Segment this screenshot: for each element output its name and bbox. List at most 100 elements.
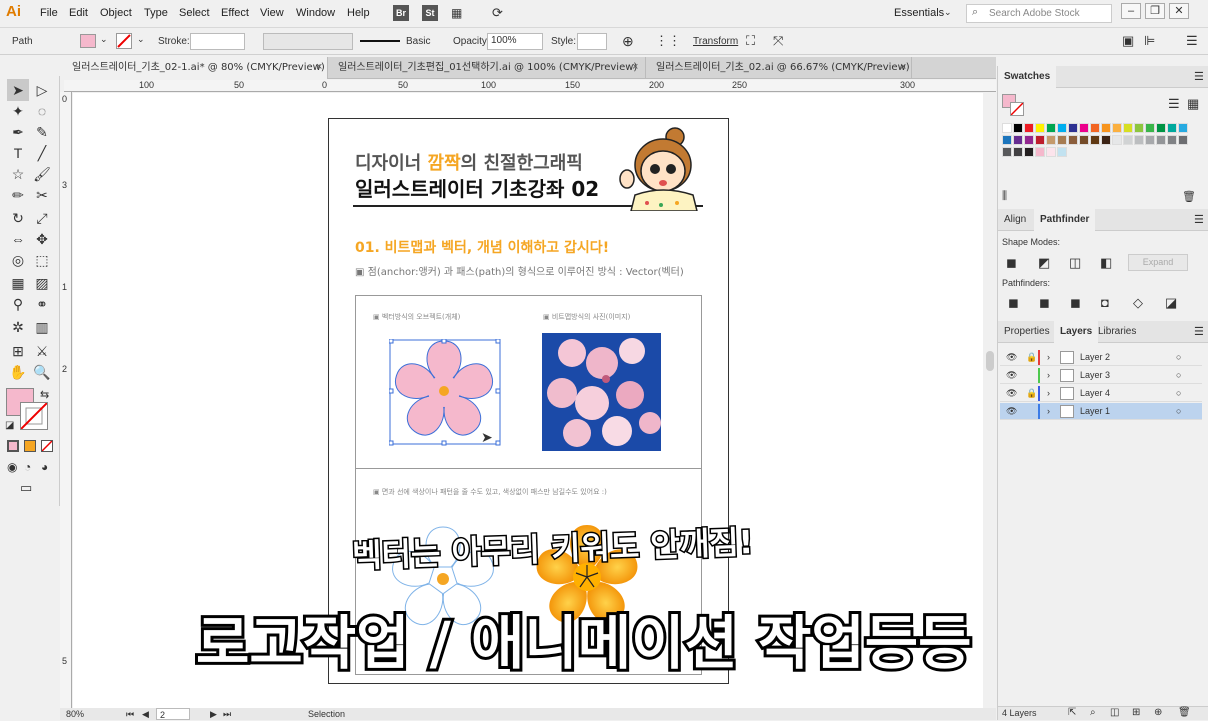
swatch[interactable] bbox=[1024, 123, 1034, 133]
panel-menu-icon[interactable]: ☰ bbox=[1194, 213, 1204, 226]
menu-file[interactable]: File bbox=[40, 7, 58, 19]
swatch[interactable] bbox=[1068, 135, 1078, 145]
chevron-right-icon[interactable]: › bbox=[1047, 349, 1050, 366]
isolate-icon[interactable]: ⛶ bbox=[746, 33, 755, 49]
close-button[interactable]: ✕ bbox=[1169, 3, 1189, 19]
new-sublayer-icon[interactable]: ⊞ bbox=[1132, 707, 1140, 718]
swatch[interactable] bbox=[1167, 123, 1177, 133]
screen-mode-icon[interactable]: ▭ bbox=[20, 480, 32, 496]
color-mode-icon[interactable] bbox=[7, 440, 19, 452]
draw-normal-icon[interactable]: ◉ bbox=[7, 460, 17, 474]
eye-icon[interactable]: 👁 bbox=[1006, 403, 1017, 420]
chevron-right-icon[interactable]: › bbox=[1047, 367, 1050, 384]
grid-view-icon[interactable]: ▦ bbox=[1187, 96, 1199, 112]
width-tool-icon[interactable]: ⇔ bbox=[7, 228, 29, 250]
target-icon[interactable]: ○ bbox=[1176, 349, 1181, 366]
swatch[interactable] bbox=[1002, 147, 1012, 157]
swatch[interactable] bbox=[1134, 135, 1144, 145]
lock-icon[interactable]: 🔒 bbox=[1026, 385, 1037, 402]
paintbrush-tool-icon[interactable]: 🖌 bbox=[31, 163, 53, 185]
recolor-icon[interactable]: ⊕ bbox=[622, 33, 634, 50]
outline-icon[interactable]: ◇ bbox=[1133, 295, 1143, 311]
swatch[interactable] bbox=[1090, 123, 1100, 133]
stroke-color-swatch[interactable] bbox=[20, 402, 48, 430]
scale-tool-icon[interactable]: ⤢ bbox=[31, 207, 53, 229]
tab-document-1[interactable]: 일러스트레이터_기초_02-1.ai* @ 80% (CMYK/Preview) bbox=[64, 57, 328, 79]
tab-pathfinder[interactable]: Pathfinder bbox=[1034, 209, 1096, 231]
puppet-warp-icon[interactable]: ⤧ bbox=[773, 33, 783, 49]
hand-tool-icon[interactable]: ✋ bbox=[7, 361, 29, 383]
swatch[interactable] bbox=[1013, 123, 1023, 133]
layer-row[interactable]: 👁 🔒 › Layer 4 ○ bbox=[1000, 385, 1202, 402]
scissors-tool-icon[interactable]: ✂ bbox=[31, 184, 53, 206]
panel-menu-icon[interactable]: ☰ bbox=[1194, 70, 1204, 83]
trim-icon[interactable]: ◼ bbox=[1039, 295, 1050, 311]
close-icon[interactable]: × bbox=[632, 61, 638, 73]
list-view-icon[interactable]: ☰ bbox=[1168, 96, 1180, 112]
search-stock-input[interactable]: Search Adobe Stock bbox=[966, 4, 1112, 23]
tab-properties[interactable]: Properties bbox=[998, 321, 1056, 343]
layer-name[interactable]: Layer 4 bbox=[1080, 385, 1110, 402]
layer-name[interactable]: Layer 3 bbox=[1080, 367, 1110, 384]
direct-selection-tool-icon[interactable]: ▷ bbox=[31, 79, 53, 101]
vertical-scrollbar[interactable] bbox=[984, 93, 996, 708]
crop-icon[interactable]: ◘ bbox=[1101, 295, 1109, 310]
artboard-tool-icon[interactable]: ⊞ bbox=[7, 340, 29, 362]
swatch[interactable] bbox=[1167, 135, 1177, 145]
layer-name[interactable]: Layer 2 bbox=[1080, 349, 1110, 366]
layer-row[interactable]: 👁 🔒 › Layer 2 ○ bbox=[1000, 349, 1202, 366]
pencil-tool-icon[interactable]: ✏ bbox=[7, 184, 29, 206]
type-tool-icon[interactable]: T bbox=[7, 142, 29, 164]
graph-tool-icon[interactable]: ▥ bbox=[31, 316, 53, 338]
page-number-field[interactable]: 2 bbox=[156, 708, 190, 720]
trash-icon[interactable]: 🗑 bbox=[1182, 190, 1196, 203]
gradient-tool-icon[interactable]: ▨ bbox=[31, 272, 53, 294]
brush-label[interactable]: Basic bbox=[406, 36, 430, 47]
swatch[interactable] bbox=[1057, 123, 1067, 133]
first-page-icon[interactable]: ⏮ bbox=[126, 708, 134, 720]
variable-width-select[interactable] bbox=[263, 33, 353, 50]
exclude-icon[interactable]: ◧ bbox=[1100, 255, 1112, 271]
pen-tool-icon[interactable]: ✒ bbox=[7, 121, 29, 143]
menu-view[interactable]: View bbox=[260, 7, 284, 19]
scroll-thumb[interactable] bbox=[986, 351, 994, 371]
menu-effect[interactable]: Effect bbox=[221, 7, 249, 19]
locate-object-icon[interactable]: ⌕ bbox=[1090, 707, 1096, 718]
gpu-icon[interactable]: ⟳ bbox=[492, 5, 503, 21]
puppet-warp-tool-icon[interactable]: ✥ bbox=[31, 228, 53, 250]
swatch[interactable] bbox=[1057, 147, 1067, 157]
bitmap-photo[interactable] bbox=[542, 333, 661, 451]
draw-behind-icon[interactable]: ◔ bbox=[24, 460, 31, 474]
workspace-switcher[interactable]: Essentials bbox=[894, 7, 944, 19]
eye-icon[interactable]: 👁 bbox=[1006, 349, 1017, 366]
curvature-tool-icon[interactable]: ✎ bbox=[31, 121, 53, 143]
swatch[interactable] bbox=[1123, 123, 1133, 133]
swatch[interactable] bbox=[1035, 135, 1045, 145]
tab-swatches[interactable]: Swatches bbox=[998, 66, 1057, 88]
swatch[interactable] bbox=[1145, 135, 1155, 145]
tab-document-2[interactable]: 일러스트레이터_기초편집_01선택하기.ai @ 100% (CMYK/Prev… bbox=[330, 57, 646, 79]
eye-icon[interactable]: 👁 bbox=[1006, 367, 1017, 384]
panel-menu-icon[interactable]: ☰ bbox=[1186, 33, 1198, 49]
new-layer-icon[interactable]: ⊕ bbox=[1154, 707, 1162, 718]
merge-icon[interactable]: ◼ bbox=[1070, 295, 1081, 311]
swatch[interactable] bbox=[1068, 123, 1078, 133]
selection-tool-icon[interactable]: ➤ bbox=[7, 79, 29, 101]
chevron-down-icon[interactable]: ⌄ bbox=[100, 34, 108, 45]
align-options-icon[interactable]: ⊫ bbox=[1144, 33, 1155, 49]
swatch[interactable] bbox=[1090, 135, 1100, 145]
shape-builder-tool-icon[interactable]: ◎ bbox=[7, 249, 29, 271]
opacity-field[interactable]: 100% bbox=[487, 33, 543, 50]
swatch[interactable] bbox=[1112, 123, 1122, 133]
unite-icon[interactable]: ◼ bbox=[1006, 255, 1017, 271]
transform-link[interactable]: Transform bbox=[693, 36, 738, 47]
swatch[interactable] bbox=[1057, 135, 1067, 145]
prev-page-icon[interactable]: ◀ bbox=[142, 708, 149, 720]
tab-libraries[interactable]: Libraries bbox=[1092, 321, 1142, 343]
swatch[interactable] bbox=[1002, 135, 1012, 145]
swatch[interactable] bbox=[1046, 123, 1056, 133]
star-tool-icon[interactable]: ☆ bbox=[7, 163, 29, 185]
magic-wand-tool-icon[interactable]: ✦ bbox=[7, 100, 29, 122]
swatch[interactable] bbox=[1024, 147, 1034, 157]
menu-object[interactable]: Object bbox=[100, 7, 132, 19]
